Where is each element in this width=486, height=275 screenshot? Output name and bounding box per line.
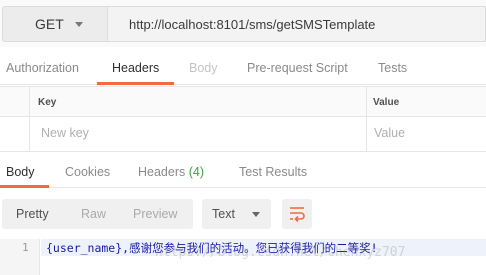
request-bar: GET http://localhost:8101/sms/getSMSTemp… [0,0,486,47]
tab-pre-request-script[interactable]: Pre-request Script [247,52,348,85]
response-tab-headers[interactable]: Headers (4) [138,156,204,188]
response-body-editor[interactable]: 1 {user_name},感谢您参与我们的活动。您已获得我们的二等奖! htt… [0,239,486,275]
view-mode-group: Pretty Raw Preview [2,199,193,229]
active-tab-indicator [97,82,174,85]
method-label: GET [35,16,64,32]
tab-headers[interactable]: Headers [112,52,159,85]
request-tabs: Authorization Headers Body Pre-request S… [0,52,486,85]
line-gutter: 1 [0,239,40,275]
tab-tests[interactable]: Tests [378,52,407,85]
response-tabs: Body Cookies Headers (4) Test Results [0,156,486,188]
format-select-label: Text [212,207,235,221]
key-column-header: Key [38,97,57,108]
tab-body[interactable]: Body [189,52,218,85]
format-select[interactable]: Text [202,199,271,229]
response-toolbar: Pretty Raw Preview Text [0,199,486,230]
value-column-header: Value [373,97,400,108]
response-text: {user_name},感谢您参与我们的活动。您已获得我们的二等奖! [46,241,378,255]
tab-authorization[interactable]: Authorization [6,52,79,85]
url-input[interactable]: http://localhost:8101/sms/getSMSTemplate [108,6,486,42]
chevron-down-icon [75,22,83,27]
pretty-button[interactable]: Pretty [16,199,49,229]
preview-button[interactable]: Preview [133,199,177,229]
response-tab-cookies[interactable]: Cookies [65,156,110,188]
chevron-down-icon [252,212,260,217]
response-tab-headers-label: Headers [138,165,186,179]
headers-table: Key Value New key Value [0,86,486,152]
response-active-tab-indicator [0,185,49,188]
row-checkbox-cell[interactable] [0,117,30,151]
line-number: 1 [22,241,29,254]
wrap-lines-button[interactable] [282,199,312,229]
new-value-input[interactable]: Value [374,126,405,140]
headers-table-header: Key Value [0,86,486,117]
headers-count-badge: (4) [188,165,205,179]
column-divider [366,117,367,151]
wrap-lines-icon [290,207,305,223]
method-select[interactable]: GET [2,6,108,42]
response-tab-body[interactable]: Body [6,156,35,188]
select-all-cell [0,87,30,116]
headers-table-row: New key Value [0,117,486,152]
response-tab-test-results[interactable]: Test Results [239,156,307,188]
new-key-input[interactable]: New key [41,126,89,140]
raw-button[interactable]: Raw [81,199,106,229]
column-divider [366,87,367,116]
